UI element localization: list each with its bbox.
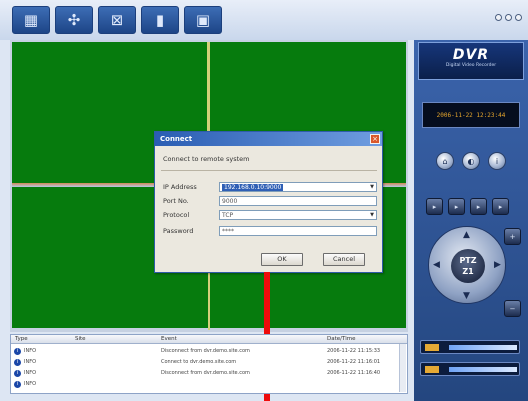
- info-icon: i: [14, 381, 21, 388]
- info-icon: i: [14, 370, 21, 377]
- volume-track: [449, 367, 517, 372]
- minimize-button[interactable]: [495, 14, 502, 21]
- info-icon: i: [14, 359, 21, 366]
- dialog-close-icon[interactable]: ×: [370, 134, 380, 144]
- protocol-value: TCP: [222, 212, 234, 219]
- arrow-up-icon[interactable]: ▲: [463, 230, 470, 240]
- maximize-button[interactable]: [505, 14, 512, 21]
- table-row[interactable]: i INFO Connect to dvr.demo.site.com 2006…: [11, 357, 399, 367]
- row-type: INFO: [24, 370, 37, 376]
- protocol-select[interactable]: TCP ▼: [219, 210, 377, 220]
- zoom-in-button[interactable]: +: [504, 228, 521, 245]
- home-icon[interactable]: ⌂: [436, 152, 454, 170]
- network-tools-icon[interactable]: ✣: [55, 6, 93, 34]
- record-icon[interactable]: ▮: [141, 6, 179, 34]
- port-label: Port No.: [163, 197, 189, 205]
- rewind-icon[interactable]: ◐: [462, 152, 480, 170]
- row-event: Connect to dvr.demo.site.com: [161, 359, 237, 365]
- channel-4-button[interactable]: ▸: [492, 198, 509, 215]
- row-type: INFO: [24, 359, 37, 365]
- port-row: Port No. 9000: [163, 196, 378, 207]
- table-row[interactable]: i INFO: [11, 379, 399, 389]
- dvr-logo: DVR Digital Video Recorder: [418, 42, 524, 80]
- volume-slider[interactable]: [420, 362, 520, 376]
- layout-icon[interactable]: ⊠: [98, 6, 136, 34]
- ip-address-label: IP Address: [163, 183, 197, 191]
- chevron-down-icon[interactable]: ▼: [368, 211, 376, 219]
- row-event: Disconnect from dvr.demo.site.com: [161, 370, 250, 376]
- dialog-title: Connect: [155, 132, 382, 146]
- volume-knob[interactable]: [425, 366, 439, 373]
- close-button[interactable]: [515, 14, 522, 21]
- log-scrollbar[interactable]: [399, 344, 406, 392]
- dvr-client-window: ▦ ✣ ⊠ ▮ ▣ Connect × Connect to remote sy…: [0, 0, 528, 401]
- row-datetime: 2006-11-22 11:16:01: [327, 359, 381, 365]
- calendar-icon[interactable]: ▣: [184, 6, 222, 34]
- camera-grid-icon[interactable]: ▦: [12, 6, 50, 34]
- column-header-site[interactable]: Site: [75, 336, 86, 342]
- channel-3-button[interactable]: ▸: [470, 198, 487, 215]
- arrow-left-icon[interactable]: ◀: [433, 260, 440, 270]
- cancel-button[interactable]: Cancel: [323, 253, 365, 266]
- info-icon: i: [14, 348, 21, 355]
- password-label: Password: [163, 227, 194, 235]
- ip-address-select[interactable]: 192.168.0.10:9000 ▼: [219, 182, 377, 192]
- port-field[interactable]: 9000: [219, 196, 377, 206]
- connect-dialog: Connect × Connect to remote system IP Ad…: [154, 131, 383, 273]
- clock-display: 2006-11-22 12:23:44: [422, 102, 520, 128]
- table-row[interactable]: i INFO Disconnect from dvr.demo.site.com…: [11, 368, 399, 378]
- column-header-type[interactable]: Type: [15, 336, 28, 342]
- ip-address-row: IP Address 192.168.0.10:9000 ▼: [163, 182, 378, 193]
- row-type: INFO: [24, 381, 37, 387]
- row-datetime: 2006-11-22 11:16:40: [327, 370, 381, 376]
- row-datetime: 2006-11-22 11:15:33: [327, 348, 381, 354]
- ok-button[interactable]: OK: [261, 253, 303, 266]
- logo-subtitle: Digital Video Recorder: [445, 63, 497, 68]
- event-log-header: Type Site Event Date/Time: [11, 335, 407, 344]
- logo-title: DVR: [452, 47, 490, 63]
- table-row[interactable]: i INFO Disconnect from dvr.demo.site.com…: [11, 346, 399, 356]
- protocol-row: Protocol TCP ▼: [163, 210, 378, 221]
- playback-slider[interactable]: [420, 340, 520, 354]
- password-field[interactable]: ****: [219, 226, 377, 236]
- info-icon[interactable]: i: [488, 152, 506, 170]
- channel-2-button[interactable]: ▸: [448, 198, 465, 215]
- ip-address-value: 192.168.0.10:9000: [222, 184, 284, 191]
- row-event: Disconnect from dvr.demo.site.com: [161, 348, 250, 354]
- ptz-joystick[interactable]: ▲ ▼ ◀ ▶ PTZ Z1: [428, 226, 506, 304]
- ptz-sublabel: Z1: [462, 267, 474, 276]
- slider-knob[interactable]: [425, 344, 439, 351]
- zoom-out-button[interactable]: −: [504, 300, 521, 317]
- row-type: INFO: [24, 348, 37, 354]
- channel-1-button[interactable]: ▸: [426, 198, 443, 215]
- protocol-label: Protocol: [163, 211, 190, 219]
- ptz-center-button[interactable]: PTZ Z1: [451, 249, 485, 283]
- chevron-down-icon[interactable]: ▼: [368, 183, 376, 191]
- window-controls: [495, 14, 522, 21]
- control-panel: DVR Digital Video Recorder 2006-11-22 12…: [414, 40, 528, 401]
- arrow-right-icon[interactable]: ▶: [494, 260, 501, 270]
- column-header-datetime[interactable]: Date/Time: [327, 336, 355, 342]
- dialog-separator: [161, 170, 377, 171]
- slider-track: [449, 345, 517, 350]
- column-header-event[interactable]: Event: [161, 336, 177, 342]
- top-toolbar: ▦ ✣ ⊠ ▮ ▣: [0, 0, 528, 40]
- arrow-down-icon[interactable]: ▼: [463, 291, 470, 301]
- ptz-label: PTZ: [459, 256, 477, 265]
- dialog-description: Connect to remote system: [163, 155, 250, 163]
- event-log-table: Type Site Event Date/Time i INFO Disconn…: [10, 334, 408, 394]
- password-row: Password ****: [163, 226, 378, 237]
